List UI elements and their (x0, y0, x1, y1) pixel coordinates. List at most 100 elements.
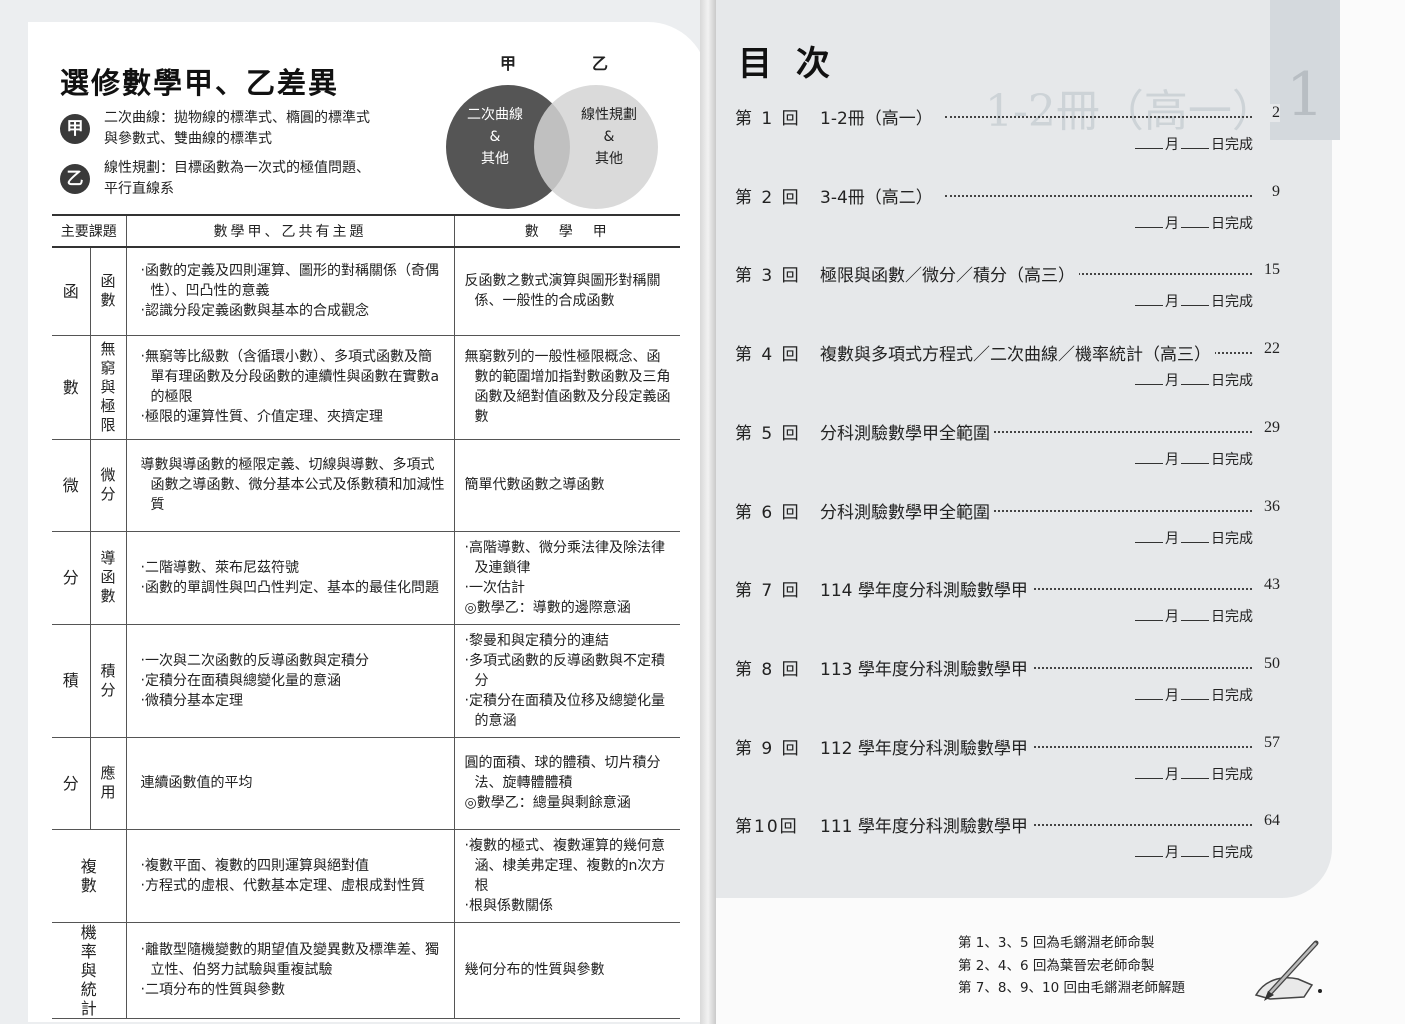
sub-topic-label: 微分 (100, 466, 116, 503)
cell-sub-topic: 函數 (90, 247, 127, 336)
day-blank[interactable] (1181, 305, 1209, 307)
common-topic-item: ‧微積分基本定理 (140, 692, 243, 709)
venn-left-line: 其他 (481, 151, 509, 167)
month-blank[interactable] (1135, 384, 1163, 386)
header-common-topics: 數學甲、乙共有主題 (126, 214, 455, 248)
cell-common-topics: 連續函數值的平均 (126, 737, 455, 830)
day-done-label: 日完成 (1211, 137, 1253, 153)
cell-math-jia: ‧高階導數、微分乘法律及除法律及連鎖律 ‧一次估計 ◎數學乙：導數的邊際意涵 (454, 531, 680, 625)
toc-entry[interactable]: 第10回 111 學年度分科測驗數學甲 64 (735, 812, 1280, 838)
main-topic-label: 複數 (80, 856, 97, 895)
table-row: 分 導函數 ‧二階導數、萊布尼茲符號 ‧函數的單調性與凹凸性判定、基本的最佳化問題 ‧高… (52, 531, 680, 625)
completion-date-field[interactable]: 月 日完成 (1135, 528, 1253, 548)
toc-entry[interactable]: 第 5 回分科測驗數學甲全範圍 29 (735, 418, 1280, 444)
month-blank[interactable] (1135, 620, 1163, 622)
toc-entry[interactable]: 第 4 回複數與多項式方程式／二次曲線／機率統計（高三） 22 (735, 340, 1280, 366)
common-topic-item: ‧認識分段定義函數與基本的合成觀念 (140, 303, 369, 320)
toc-entry[interactable]: 第 7 回 114 學年度分科測驗數學甲 43 (735, 576, 1280, 602)
cell-main-topic: 數 (52, 335, 91, 440)
sub-topic-label: 應用 (100, 764, 116, 801)
common-topic-item: ‧極限的運算性質、介值定理、夾擠定理 (140, 409, 383, 425)
month-blank[interactable] (1135, 856, 1163, 858)
completion-date-field[interactable]: 月 日完成 (1135, 764, 1253, 784)
math-jia-item: ◎數學乙：總量與剩餘意涵 (464, 795, 631, 811)
month-blank[interactable] (1135, 148, 1163, 149)
toc-entry-page: 29 (1260, 418, 1280, 437)
cell-common-topics: ‧二階導數、萊布尼茲符號 ‧函數的單調性與凹凸性判定、基本的最佳化問題 (126, 531, 455, 625)
cell-common-topics: ‧函數的定義及四則運算、圖形的對稱關係（奇偶性）、凹凸性的意義 ‧認識分段定義函數… (126, 247, 455, 336)
venn-right-line: 線性規劃 (581, 107, 637, 123)
toc-entry[interactable]: 第 3 回極限與函數／微分／積分（高三） 15 (735, 261, 1280, 287)
math-jia-item: ‧一次估計 (464, 579, 525, 596)
month-blank[interactable] (1135, 305, 1163, 307)
month-blank[interactable] (1135, 698, 1163, 700)
completion-date-field[interactable]: 月 日完成 (1135, 842, 1253, 862)
table-row: 機率與統計 ‧離散型隨機變數的期望值及變異數及標準差、獨立性、伯努力試驗與重複試驗… (52, 922, 680, 1019)
completion-date-field[interactable]: 月 日完成 (1135, 449, 1253, 469)
toc-entry-page: 15 (1260, 261, 1280, 280)
month-blank[interactable] (1135, 462, 1163, 464)
cell-sub-topic: 無窮與極限 (90, 335, 127, 440)
day-blank[interactable] (1181, 462, 1209, 464)
credit-line: 第 7、8、9、10 回由毛鏘淵老師解題 (958, 980, 1186, 996)
month-blank[interactable] (1135, 226, 1163, 228)
completion-date-field[interactable]: 月 日完成 (1135, 606, 1253, 626)
page-title-toc: 目 次 (738, 44, 836, 84)
header-main-topic: 主要課題 (52, 214, 127, 248)
table-row: 微 微分 導數與導函數的極限定義、切線與導數、多項式函數之導函數、微分基本公式及係數… (52, 439, 680, 532)
sub-topic-label: 導函數 (100, 549, 116, 605)
cell-sub-topic: 積分 (90, 624, 127, 738)
toc-entry[interactable]: 第 1 回 1-2冊（高一） 2 (735, 104, 1280, 129)
day-blank[interactable] (1181, 777, 1209, 779)
common-topic-item: ‧二項分布的性質與參數 (140, 982, 285, 998)
toc-entry-title: 1-2冊（高一） (820, 104, 937, 129)
table-header-row: 主要課題 數學甲、乙共有主題 數 學 甲 (52, 214, 680, 248)
badge-yi-line2: 平行直線系 (104, 181, 174, 197)
day-blank[interactable] (1181, 384, 1209, 386)
completion-date-field[interactable]: 月 日完成 (1135, 134, 1253, 154)
pencil-hand-icon (1254, 940, 1322, 1001)
day-blank[interactable] (1181, 856, 1209, 858)
venn-label-jia: 甲 (500, 54, 517, 73)
cell-sub-topic: 應用 (90, 737, 127, 830)
cell-math-jia: ‧黎曼和與定積分的連結 ‧多項式函數的反導函數與不定積分 ‧定積分在面積及位移及總變… (454, 624, 680, 738)
day-blank[interactable] (1181, 620, 1209, 622)
credit-line: 第 1、3、5 回為毛鏘淵老師命製 (958, 935, 1155, 951)
completion-date-field[interactable]: 月 日完成 (1135, 213, 1253, 233)
toc-entry-page: 43 (1260, 576, 1280, 595)
badge-jia-line2: 與參數式、雙曲線的標準式 (104, 131, 272, 147)
math-jia-item: ‧黎曼和與定積分的連結 (464, 632, 609, 649)
toc-entry[interactable]: 第 9 回 112 學年度分科測驗數學甲 57 (735, 733, 1280, 759)
month-label: 月 (1165, 373, 1179, 390)
toc-entry[interactable]: 第 8 回 113 學年度分科測驗數學甲 50 (735, 654, 1280, 680)
toc-entry[interactable]: 第 2 回 3-4冊（高二） 9 (735, 182, 1280, 208)
month-blank[interactable] (1135, 541, 1163, 543)
day-done-label: 日完成 (1211, 451, 1253, 468)
day-done-label: 日完成 (1211, 373, 1253, 390)
toc-leader-dots (945, 194, 1252, 197)
toc-entry-title: 分科測驗數學甲全範圍 (820, 418, 994, 444)
math-jia-item: 圓的面積、球的體積、切片積分法、旋轉體體積 (464, 755, 661, 791)
completion-date-field[interactable]: 月 日完成 (1135, 291, 1253, 311)
day-blank[interactable] (1181, 698, 1209, 700)
completion-date-field[interactable]: 月 日完成 (1135, 685, 1253, 705)
day-done-label: 日完成 (1211, 530, 1253, 547)
common-topic-item: ‧一次與二次函數的反導函數與定積分 (140, 652, 369, 669)
day-blank[interactable] (1181, 148, 1209, 149)
header-math-jia: 數 學 甲 (454, 214, 680, 248)
day-blank[interactable] (1181, 226, 1209, 228)
completion-date-field[interactable]: 月 日完成 (1135, 370, 1253, 390)
month-blank[interactable] (1135, 777, 1163, 779)
toc-entry-title: 113 學年度分科測驗數學甲 (820, 654, 1032, 680)
table-row: 數 無窮與極限 ‧無窮等比級數（含循環小數）、多項式函數及簡單有理函數及分段函數的連… (52, 335, 680, 440)
day-done-label: 日完成 (1211, 294, 1253, 311)
credit-line: 第 2、4、6 回為葉晉宏老師命製 (958, 957, 1155, 974)
toc-entry-page: 57 (1260, 733, 1280, 752)
cell-main-topic: 分 (52, 531, 91, 625)
common-topic-item: ‧方程式的虛根、代數基本定理、虛根成對性質 (140, 877, 425, 894)
toc-entry[interactable]: 第 6 回分科測驗數學甲全範圍 36 (735, 497, 1280, 523)
cell-math-jia: 反函數之數式演算與圖形對稱關係、一般性的合成函數 (454, 247, 680, 336)
common-topic-item: ‧離散型隨機變數的期望值及變異數及標準差、獨立性、伯努力試驗與重複試驗 (140, 942, 439, 978)
toc-entry-page: 64 (1260, 812, 1280, 831)
day-blank[interactable] (1181, 541, 1209, 543)
